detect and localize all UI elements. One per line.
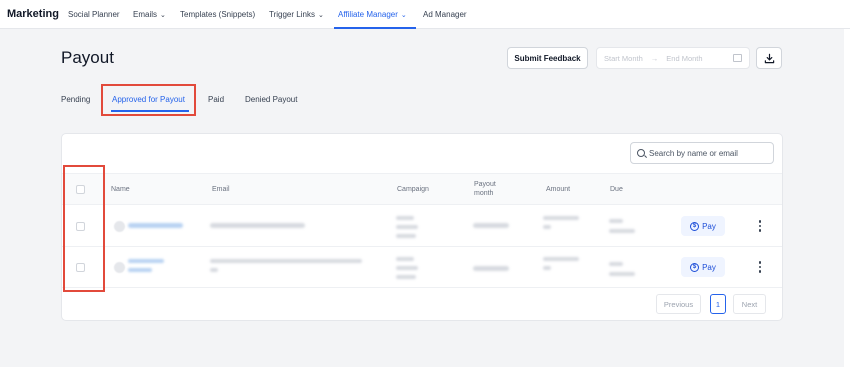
table-row: $ Pay bbox=[62, 247, 782, 288]
redacted-email bbox=[210, 223, 305, 228]
tab-pending[interactable]: Pending bbox=[61, 95, 90, 104]
tab-denied-payout[interactable]: Denied Payout bbox=[245, 95, 297, 104]
nav-item-affiliate-manager[interactable]: Affiliate Manager ⌄ bbox=[338, 10, 407, 19]
top-navigation: Marketing Social Planner Emails ⌄ Templa… bbox=[0, 0, 850, 29]
end-month-placeholder: End Month bbox=[666, 53, 703, 63]
avatar bbox=[114, 221, 125, 232]
chevron-down-icon: ⌄ bbox=[317, 11, 324, 19]
avatar bbox=[114, 262, 125, 273]
dollar-circle-icon: $ bbox=[690, 262, 700, 272]
pay-label: Pay bbox=[702, 221, 716, 231]
nav-item-emails[interactable]: Emails ⌄ bbox=[133, 10, 166, 19]
tab-paid[interactable]: Paid bbox=[208, 95, 224, 104]
download-icon bbox=[764, 53, 774, 63]
dollar-circle-icon: $ bbox=[690, 221, 700, 231]
redacted-amount bbox=[543, 225, 551, 229]
chevron-down-icon: ⌄ bbox=[160, 11, 166, 19]
column-header-amount: Amount bbox=[546, 186, 571, 193]
nav-item-templates[interactable]: Templates (Snippets) bbox=[180, 10, 255, 19]
redacted-payout-month bbox=[473, 266, 509, 271]
redacted-payout-month bbox=[473, 223, 509, 228]
calendar-icon bbox=[733, 54, 742, 62]
arrow-right-icon: → bbox=[650, 53, 659, 63]
more-vertical-icon[interactable] bbox=[758, 261, 762, 273]
table-row: $ Pay bbox=[62, 206, 782, 247]
redacted-amount bbox=[543, 266, 551, 270]
pay-label: Pay bbox=[702, 262, 716, 272]
redacted-email bbox=[210, 259, 362, 263]
submit-feedback-button[interactable]: Submit Feedback bbox=[507, 47, 588, 69]
redacted-campaign bbox=[396, 225, 418, 229]
redacted-email bbox=[210, 268, 218, 272]
redacted-amount bbox=[543, 216, 579, 220]
column-header-payout-month: Payout month bbox=[474, 181, 496, 197]
start-month-placeholder: Start Month bbox=[604, 53, 643, 63]
nav-item-label: Emails bbox=[133, 10, 158, 19]
tab-highlight-box bbox=[101, 84, 196, 116]
column-header-name: Name bbox=[111, 186, 130, 193]
chevron-down-icon: ⌄ bbox=[400, 11, 407, 19]
nav-item-label: Ad Manager bbox=[423, 10, 467, 19]
nav-item-label: Templates (Snippets) bbox=[180, 10, 256, 19]
search-placeholder: Search by name or email bbox=[649, 148, 738, 158]
page-edge bbox=[844, 29, 850, 367]
redacted-due bbox=[609, 229, 635, 233]
redacted-campaign bbox=[396, 257, 414, 261]
next-page-button[interactable]: Next bbox=[733, 294, 766, 314]
redacted-due bbox=[609, 219, 623, 223]
nav-item-social-planner[interactable]: Social Planner bbox=[68, 10, 120, 19]
search-input[interactable]: Search by name or email bbox=[630, 142, 774, 164]
download-button[interactable] bbox=[756, 47, 782, 69]
brand-title: Marketing bbox=[7, 8, 59, 20]
more-vertical-icon[interactable] bbox=[758, 220, 762, 232]
nav-item-label: Social Planner bbox=[68, 10, 120, 19]
column-header-due: Due bbox=[610, 186, 623, 193]
redacted-campaign bbox=[396, 234, 416, 238]
nav-item-ad-manager[interactable]: Ad Manager bbox=[423, 10, 467, 19]
redacted-amount bbox=[543, 257, 579, 261]
pay-button[interactable]: $ Pay bbox=[681, 216, 725, 236]
previous-page-button[interactable]: Previous bbox=[656, 294, 701, 314]
pay-button[interactable]: $ Pay bbox=[681, 257, 725, 277]
redacted-name[interactable] bbox=[128, 259, 164, 263]
table-header: Name Email Campaign Payout month Amount … bbox=[62, 173, 782, 205]
search-icon bbox=[637, 149, 645, 157]
redacted-due bbox=[609, 272, 635, 276]
column-header-campaign: Campaign bbox=[397, 186, 429, 193]
nav-item-label: Trigger Links bbox=[269, 10, 315, 19]
redacted-due bbox=[609, 262, 623, 266]
column-header-email: Email bbox=[212, 186, 230, 193]
checkbox-column-highlight-box bbox=[63, 165, 105, 292]
redacted-name[interactable] bbox=[128, 223, 183, 228]
redacted-campaign bbox=[396, 216, 414, 220]
date-range-picker[interactable]: Start Month → End Month bbox=[596, 47, 750, 69]
nav-item-label: Affiliate Manager bbox=[338, 10, 398, 19]
page-title: Payout bbox=[61, 48, 114, 67]
redacted-name[interactable] bbox=[128, 268, 152, 272]
redacted-campaign bbox=[396, 275, 416, 279]
payout-table-card: Search by name or email Name Email Campa… bbox=[61, 133, 783, 321]
nav-item-trigger-links[interactable]: Trigger Links ⌄ bbox=[269, 10, 324, 19]
page-number-button[interactable]: 1 bbox=[710, 294, 726, 314]
redacted-campaign bbox=[396, 266, 418, 270]
